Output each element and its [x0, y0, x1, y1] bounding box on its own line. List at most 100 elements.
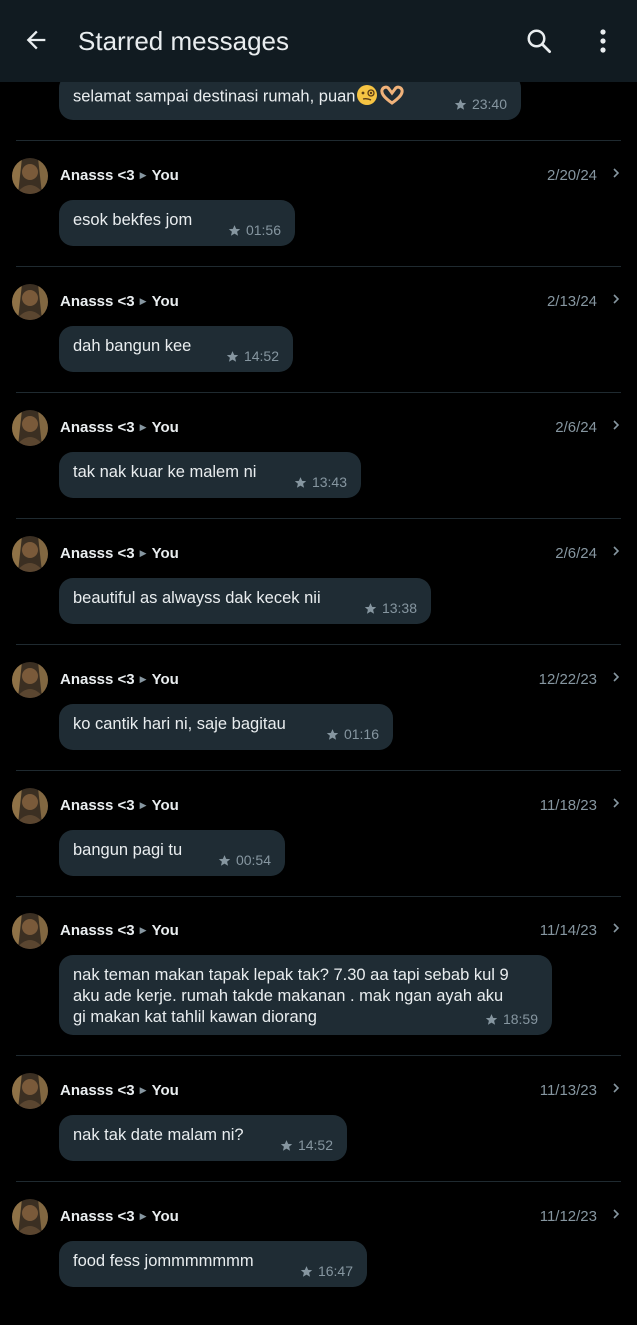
message-time: 13:43 — [311, 474, 347, 490]
message-text: ko cantik hari ni, saje bagitau — [73, 715, 286, 733]
starred-message-item[interactable]: Anasss <3 ▶ You 2/6/24 beautiful as always… — [0, 536, 637, 662]
avatar[interactable] — [12, 913, 48, 949]
chevron-right-icon[interactable] — [610, 292, 622, 306]
message-date: 11/14/23 — [539, 922, 597, 939]
starred-message-item[interactable]: Anasss <3 ▶ You 2/6/24 tak nak kuar ke mal… — [0, 410, 637, 536]
sender-label: Anasss <3 ▶ You — [60, 1082, 179, 1099]
star-icon — [280, 1139, 293, 1151]
sender-label: Anasss <3 ▶ You — [60, 797, 179, 814]
avatar[interactable] — [12, 788, 48, 824]
message-meta: 23:40 — [454, 96, 507, 112]
message-date: 12/22/23 — [538, 671, 597, 688]
chevron-right-icon[interactable] — [610, 418, 622, 432]
message-time: 01:56 — [245, 222, 281, 238]
search-icon[interactable] — [522, 24, 556, 58]
sender-label: Anasss <3 ▶ You — [60, 545, 179, 562]
message-bubble[interactable]: dah bangun kee 14:52 — [59, 326, 293, 372]
starred-message-item[interactable]: Anasss <3 ▶ You 12/22/23 ko cantik hari ni… — [0, 662, 637, 788]
divider — [16, 266, 621, 267]
message-time: 14:52 — [243, 348, 279, 364]
sender-label: Anasss <3 ▶ You — [60, 922, 179, 939]
sender-label: Anasss <3 ▶ You — [60, 419, 179, 436]
star-icon — [326, 728, 339, 740]
message-date: 2/13/24 — [546, 293, 597, 310]
sender-label: Anasss <3 ▶ You — [60, 671, 179, 688]
message-date: 11/13/23 — [539, 1082, 597, 1099]
avatar[interactable] — [12, 1199, 48, 1235]
message-time: 01:16 — [343, 726, 379, 742]
divider — [16, 770, 621, 771]
chevron-right-icon[interactable] — [610, 670, 622, 684]
chevron-right-icon[interactable] — [610, 796, 622, 810]
message-text: bangun pagi tu — [73, 841, 183, 859]
page-title: Starred messages — [78, 26, 289, 56]
avatar[interactable] — [12, 284, 48, 320]
star-icon — [218, 854, 231, 866]
back-arrow-icon[interactable] — [20, 24, 52, 56]
message-text: tak nak kuar ke malem ni — [73, 463, 257, 481]
star-icon — [485, 1013, 498, 1025]
chevron-right-icon[interactable] — [610, 166, 622, 180]
message-time: 00:54 — [235, 852, 271, 868]
chevron-right-icon[interactable] — [610, 1081, 622, 1095]
face-with-monocle-emoji — [355, 84, 379, 111]
message-bubble[interactable]: bangun pagi tu 00:54 — [59, 830, 285, 876]
starred-message-item[interactable]: Anasss <3 ▶ You 11/13/23 nak tak date mala… — [0, 1073, 637, 1199]
chevron-right-icon[interactable] — [610, 921, 622, 935]
divider — [16, 1181, 621, 1182]
message-text: esok bekfes jom — [73, 211, 193, 229]
heart-hands-emoji — [379, 84, 405, 111]
message-meta: 14:52 — [226, 348, 279, 364]
divider — [16, 392, 621, 393]
message-text: nak teman makan tapak lepak tak? 7.30 aa… — [73, 966, 509, 1026]
star-icon — [454, 98, 467, 110]
message-meta: 01:16 — [326, 726, 379, 742]
star-icon — [364, 602, 377, 614]
message-date: 2/6/24 — [555, 545, 597, 562]
message-date: 2/6/24 — [555, 419, 597, 436]
message-meta: 13:38 — [364, 600, 417, 616]
message-bubble[interactable]: ko cantik hari ni, saje bagitau 01:16 — [59, 704, 393, 750]
message-bubble[interactable]: nak teman makan tapak lepak tak? 7.30 aa… — [59, 955, 552, 1035]
message-bubble[interactable]: esok bekfes jom 01:56 — [59, 200, 295, 246]
message-time: 23:40 — [471, 96, 507, 112]
message-meta: 18:59 — [485, 1011, 538, 1027]
message-text: beautiful as alwayss dak kecek nii — [73, 589, 321, 607]
star-icon — [294, 476, 307, 488]
avatar[interactable] — [12, 410, 48, 446]
message-text: nak tak date malam ni? — [73, 1126, 244, 1144]
starred-message-item[interactable]: Anasss <3 ▶ You 2/20/24 esok bekfes jom 01… — [0, 158, 637, 284]
more-vert-icon[interactable] — [588, 24, 618, 58]
message-meta: 00:54 — [218, 852, 271, 868]
chevron-right-icon[interactable] — [610, 1207, 622, 1221]
message-bubble[interactable]: tak nak kuar ke malem ni 13:43 — [59, 452, 361, 498]
message-time: 14:52 — [297, 1137, 333, 1153]
divider — [16, 896, 621, 897]
avatar[interactable] — [12, 536, 48, 572]
message-date: 11/12/23 — [539, 1208, 597, 1225]
divider — [16, 1055, 621, 1056]
sender-label: Anasss <3 ▶ You — [60, 293, 179, 310]
divider — [16, 644, 621, 645]
starred-message-item[interactable]: Anasss <3 ▶ You 11/12/23 food fess jommmmm… — [0, 1199, 637, 1325]
message-date: 11/18/23 — [539, 797, 597, 814]
avatar[interactable] — [12, 1073, 48, 1109]
star-icon — [228, 224, 241, 236]
starred-message-item[interactable]: Anasss <3 ▶ You 2/13/24 dah bangun kee 14:… — [0, 284, 637, 410]
message-text: selamat sampai destinasi rumah, puan — [73, 87, 356, 106]
message-time: 13:38 — [381, 600, 417, 616]
message-meta: 14:52 — [280, 1137, 333, 1153]
message-meta: 01:56 — [228, 222, 281, 238]
starred-message-item[interactable]: Anasss <3 ▶ You 11/18/23 bangun pagi tu 00… — [0, 788, 637, 914]
message-bubble[interactable]: nak tak date malam ni? 14:52 — [59, 1115, 347, 1161]
message-bubble[interactable]: beautiful as alwayss dak kecek nii 13:38 — [59, 578, 431, 624]
avatar[interactable] — [12, 662, 48, 698]
message-bubble[interactable]: food fess jommmmmmm 16:47 — [59, 1241, 367, 1287]
message-date: 2/20/24 — [546, 167, 597, 184]
avatar[interactable] — [12, 158, 48, 194]
message-text: food fess jommmmmmm — [73, 1252, 254, 1270]
chevron-right-icon[interactable] — [610, 544, 622, 558]
message-text: dah bangun kee — [73, 337, 192, 355]
message-time: 18:59 — [502, 1011, 538, 1027]
starred-message-item[interactable]: Anasss <3 ▶ You 11/14/23 nak teman makan t… — [0, 913, 637, 1056]
